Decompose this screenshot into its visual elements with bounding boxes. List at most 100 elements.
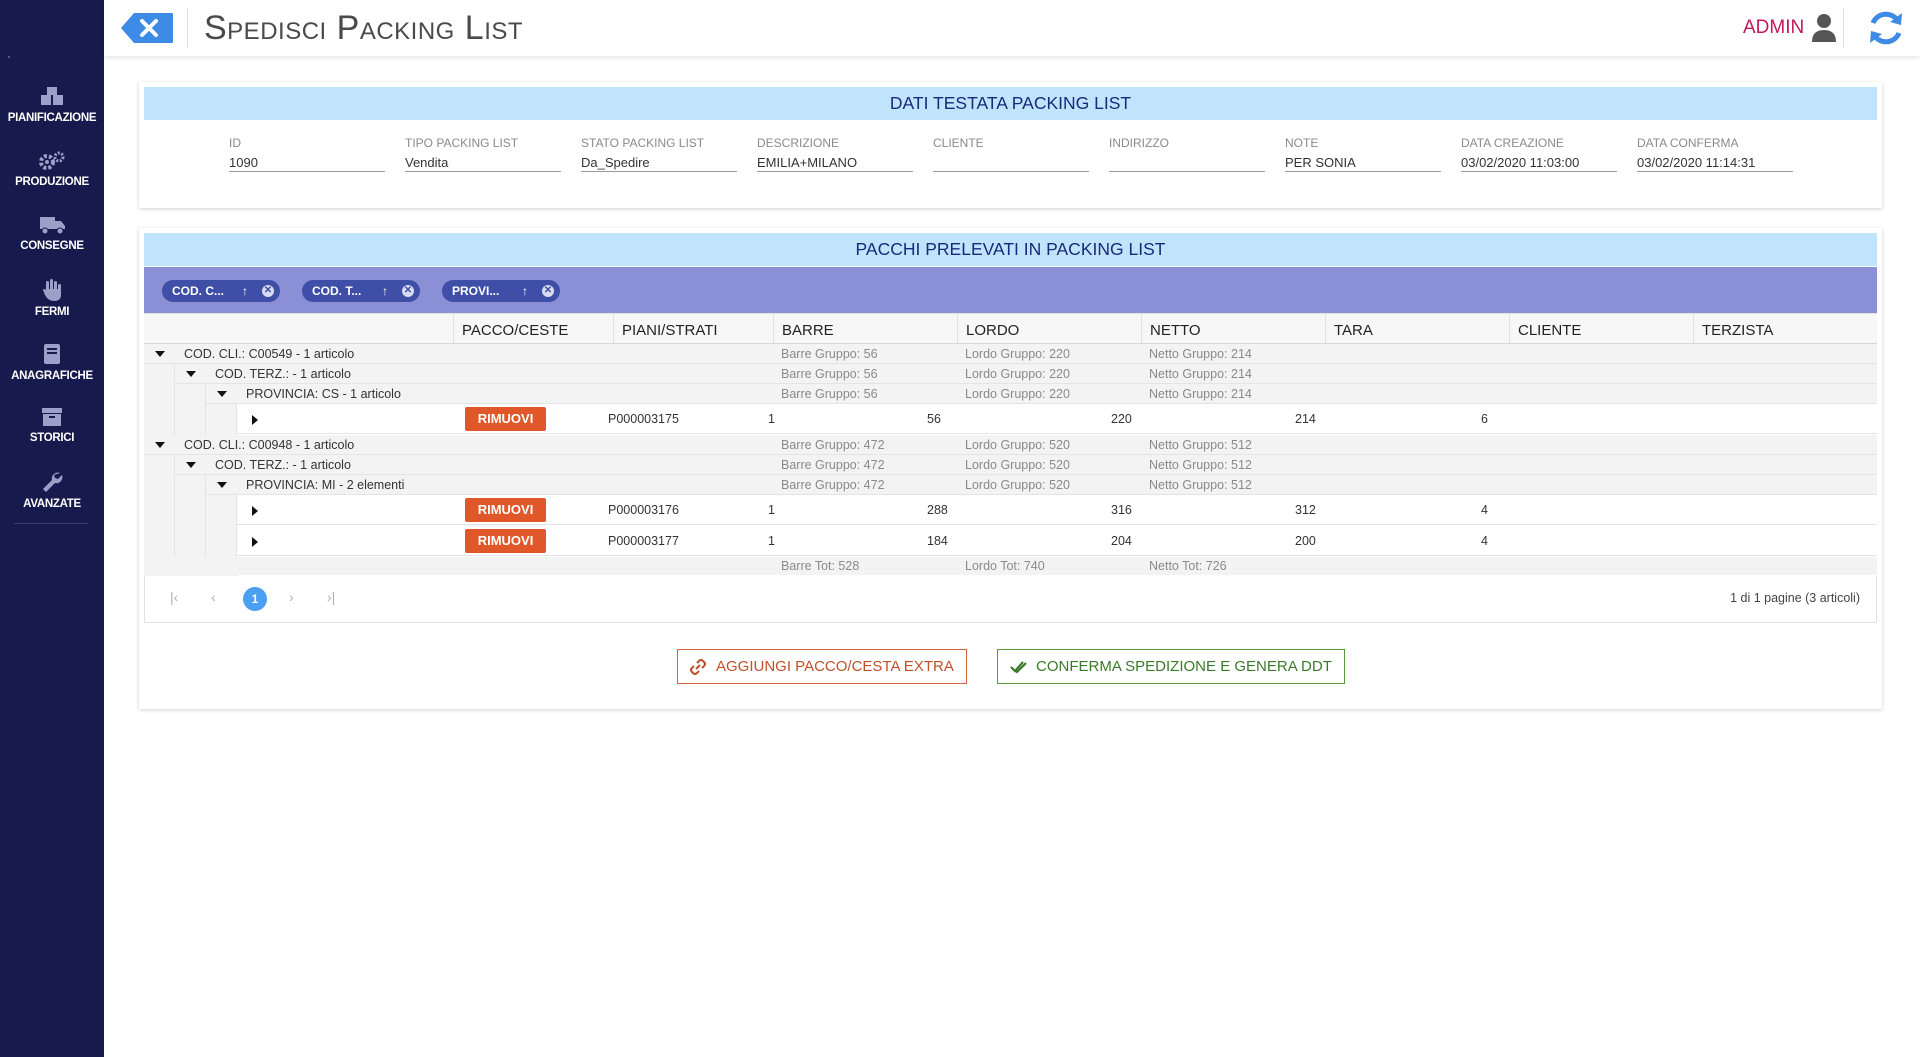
collapse-icon[interactable] — [155, 351, 165, 357]
pacchi-title: PACCHI PRELEVATI IN PACKING LIST — [144, 233, 1877, 266]
add-extra-button[interactable]: AGGIUNGI PACCO/CESTA EXTRA — [677, 649, 967, 684]
sidebar-item-anagrafiche[interactable]: ANAGRAFICHE — [0, 342, 104, 382]
testata-title: DATI TESTATA PACKING LIST — [144, 87, 1877, 120]
group-row[interactable]: COD. TERZ.: - 1 articolo Barre Gruppo: 4… — [175, 455, 1877, 475]
col-header-lordo[interactable]: LORDO — [957, 314, 1141, 345]
chip-label: PROVI... — [452, 284, 500, 298]
group-row[interactable]: PROVINCIA: CS - 1 articolo Barre Gruppo:… — [206, 384, 1877, 404]
expand-icon[interactable] — [252, 506, 258, 516]
group-agg-barre: Barre Gruppo: 56 — [781, 367, 878, 381]
close-icon[interactable]: ✕ — [542, 285, 554, 297]
field-data-conferma: DATA CONFERMA 03/02/2020 11:14:31 — [1637, 136, 1793, 172]
sidebar-item-consegne[interactable]: CONSEGNE — [0, 214, 104, 252]
sidebar-dot — [8, 56, 10, 58]
indent-column — [206, 404, 237, 435]
sidebar-item-label: PIANIFICAZIONE — [7, 112, 97, 124]
group-agg-barre: Barre Gruppo: 472 — [781, 458, 885, 472]
group-agg-lordo: Lordo Gruppo: 520 — [965, 458, 1070, 472]
archive-icon — [42, 408, 62, 426]
indent-column — [175, 384, 206, 435]
field-note: NOTE PER SONIA — [1285, 136, 1441, 172]
collapse-icon[interactable] — [155, 442, 165, 448]
col-header-barre[interactable]: BARRE — [773, 314, 957, 345]
close-icon[interactable]: ✕ — [262, 285, 274, 297]
field-label: TIPO PACKING LIST — [405, 136, 519, 150]
table-row[interactable]: RIMUOVI P000003176 1 288 316 312 4 — [237, 495, 1877, 525]
field-value[interactable]: Da_Spedire — [581, 152, 737, 172]
table-row[interactable]: RIMUOVI P000003177 1 184 204 200 4 — [237, 526, 1877, 556]
book-icon — [44, 344, 60, 364]
field-tipo: TIPO PACKING LIST Vendita — [405, 136, 561, 172]
user-icon[interactable] — [1811, 13, 1837, 43]
collapse-icon[interactable] — [217, 391, 227, 397]
field-stato: STATO PACKING LIST Da_Spedire — [581, 136, 737, 172]
rimuovi-button[interactable]: RIMUOVI — [465, 498, 546, 522]
rimuovi-button[interactable]: RIMUOVI — [465, 407, 546, 431]
group-chip-provincia[interactable]: PROVI... ↑ ✕ — [442, 280, 560, 302]
group-agg-barre: Barre Gruppo: 472 — [781, 478, 885, 492]
field-label: ID — [229, 136, 241, 150]
next-page-icon[interactable]: › — [289, 589, 294, 605]
group-row[interactable]: COD. CLI.: C00549 - 1 articolo Barre Gru… — [144, 344, 1877, 364]
sidebar-item-produzione[interactable]: PRODUZIONE — [0, 150, 104, 188]
cell-piani: 1 — [768, 534, 775, 548]
field-value[interactable]: 03/02/2020 11:03:00 — [1461, 152, 1617, 172]
col-header-piani[interactable]: PIANI/STRATI — [613, 314, 773, 345]
field-value[interactable] — [1109, 152, 1265, 172]
pager: |‹ ‹ 1 › ›| 1 di 1 pagine (3 articoli) — [144, 576, 1877, 623]
refresh-icon[interactable] — [1866, 9, 1906, 47]
group-agg-lordo: Lordo Gruppo: 220 — [965, 367, 1070, 381]
last-page-icon[interactable]: ›| — [327, 589, 335, 605]
table-row[interactable]: RIMUOVI P000003175 1 56 220 214 6 — [237, 404, 1877, 434]
group-agg-netto: Netto Gruppo: 214 — [1149, 387, 1252, 401]
sort-up-icon[interactable]: ↑ — [242, 280, 248, 302]
sidebar-item-avanzate[interactable]: AVANZATE — [0, 470, 104, 510]
collapse-icon[interactable] — [217, 482, 227, 488]
sidebar-item-storici[interactable]: STORICI — [0, 406, 104, 444]
field-value[interactable]: EMILIA+MILANO — [757, 152, 913, 172]
rimuovi-button[interactable]: RIMUOVI — [465, 529, 546, 553]
col-header-pacco[interactable]: PACCO/CESTE — [453, 314, 613, 345]
sidebar-divider — [14, 523, 88, 524]
user-name[interactable]: ADMIN — [1743, 17, 1804, 39]
group-agg-netto: Netto Gruppo: 512 — [1149, 458, 1252, 472]
collapse-icon[interactable] — [186, 371, 196, 377]
col-header-netto[interactable]: NETTO — [1141, 314, 1325, 345]
group-row[interactable]: COD. TERZ.: - 1 articolo Barre Gruppo: 5… — [175, 364, 1877, 384]
close-icon[interactable]: ✕ — [402, 285, 414, 297]
sidebar-item-label: PRODUZIONE — [15, 176, 89, 188]
total-netto: Netto Tot: 726 — [1149, 559, 1227, 573]
field-value[interactable] — [933, 152, 1089, 172]
expand-icon[interactable] — [252, 415, 258, 425]
sidebar-item-fermi[interactable]: FERMI — [0, 278, 104, 318]
first-page-icon[interactable]: |‹ — [170, 589, 178, 605]
col-header-terzista[interactable]: TERZISTA — [1693, 314, 1877, 345]
link-icon — [690, 659, 706, 675]
field-value[interactable]: 03/02/2020 11:14:31 — [1637, 152, 1793, 172]
collapse-icon[interactable] — [186, 462, 196, 468]
header: Spedisci Packing List ADMIN — [104, 0, 1920, 56]
confirm-ddt-button[interactable]: CONFERMA SPEDIZIONE E GENERA DDT — [997, 649, 1345, 684]
sort-up-icon[interactable]: ↑ — [382, 280, 388, 302]
header-separator — [1843, 9, 1844, 47]
field-value[interactable]: 1090 — [229, 152, 385, 172]
truck-icon — [40, 217, 65, 235]
field-value[interactable]: PER SONIA — [1285, 152, 1441, 172]
group-row[interactable]: COD. CLI.: C00948 - 1 articolo Barre Gru… — [144, 435, 1877, 455]
page-current[interactable]: 1 — [243, 587, 267, 611]
field-value[interactable]: Vendita — [405, 152, 561, 172]
group-chip-cod-terz[interactable]: COD. T... ↑ ✕ — [302, 280, 420, 302]
col-header-tara[interactable]: TARA — [1325, 314, 1509, 345]
group-chip-cod-cli[interactable]: COD. C... ↑ ✕ — [162, 280, 280, 302]
group-row[interactable]: PROVINCIA: MI - 2 elementi Barre Gruppo:… — [206, 475, 1877, 495]
col-header-cliente[interactable]: CLIENTE — [1509, 314, 1693, 345]
sidebar-item-pianificazione[interactable]: PIANIFICAZIONE — [0, 86, 104, 124]
prev-page-icon[interactable]: ‹ — [211, 589, 216, 605]
cell-barre: 184 — [927, 534, 948, 548]
expand-icon[interactable] — [252, 537, 258, 547]
sort-up-icon[interactable]: ↑ — [522, 280, 528, 302]
sidebar-item-label: ANAGRAFICHE — [11, 370, 93, 382]
field-cliente: CLIENTE — [933, 136, 1089, 172]
field-label: STATO PACKING LIST — [581, 136, 705, 150]
close-back-button[interactable] — [120, 12, 174, 44]
